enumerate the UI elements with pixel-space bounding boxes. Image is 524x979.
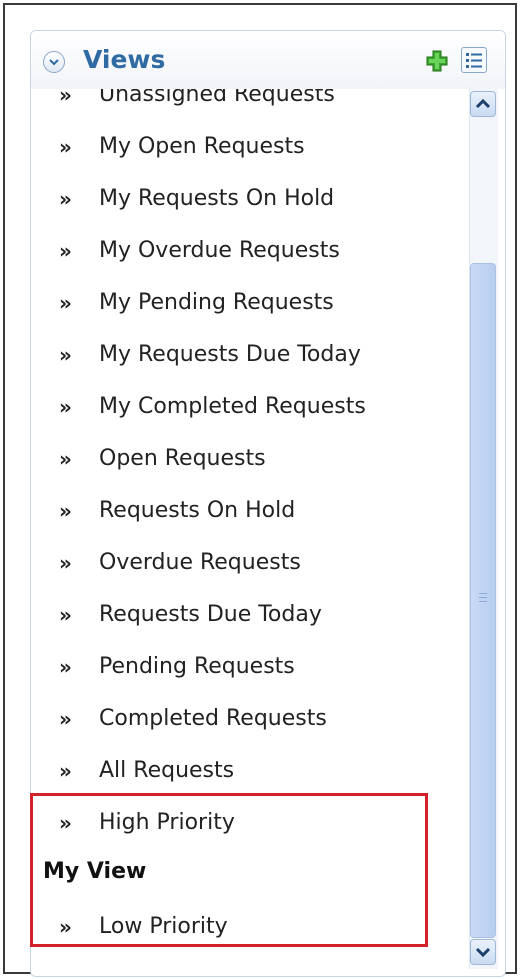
list-item-label: My Requests Due Today [99,342,361,367]
panel-header: Views [31,31,505,89]
double-chevron-icon: » [59,395,72,419]
list-item-label: My Completed Requests [99,394,366,419]
add-plus-icon[interactable] [425,49,449,73]
list-item-label: My Overdue Requests [99,238,340,263]
list-item-label: Completed Requests [99,706,327,731]
list-item-label: Pending Requests [99,654,295,679]
highlight-box [30,793,428,947]
double-chevron-icon: » [59,343,72,367]
double-chevron-icon: » [59,135,72,159]
list-item-label: My Open Requests [99,134,305,159]
double-chevron-icon: » [59,551,72,575]
list-item-label: Open Requests [99,446,266,471]
list-item-label: Requests On Hold [99,498,296,523]
double-chevron-icon: » [59,89,72,107]
list-item-label: Unassigned Requests [99,89,335,107]
scroll-thumb[interactable] [470,263,496,938]
scroll-down-arrow-icon[interactable] [470,939,496,965]
collapse-circle-icon[interactable] [43,51,65,73]
double-chevron-icon: » [59,499,72,523]
double-chevron-icon: » [59,239,72,263]
double-chevron-icon: » [59,187,72,211]
list-view-icon[interactable] [461,47,487,73]
list-item-label: All Requests [99,758,235,783]
double-chevron-icon: » [59,759,72,783]
list-item-label: Requests Due Today [99,602,322,627]
list-item-label: My Pending Requests [99,290,334,315]
list-item-label: Overdue Requests [99,550,301,575]
double-chevron-icon: » [59,291,72,315]
scroll-up-arrow-icon[interactable] [470,91,496,117]
panel-title: Views [83,45,166,74]
double-chevron-icon: » [59,707,72,731]
double-chevron-icon: » [59,603,72,627]
double-chevron-icon: » [59,447,72,471]
vertical-scrollbar[interactable] [469,87,498,969]
double-chevron-icon: » [59,655,72,679]
list-item-label: My Requests On Hold [99,186,335,211]
